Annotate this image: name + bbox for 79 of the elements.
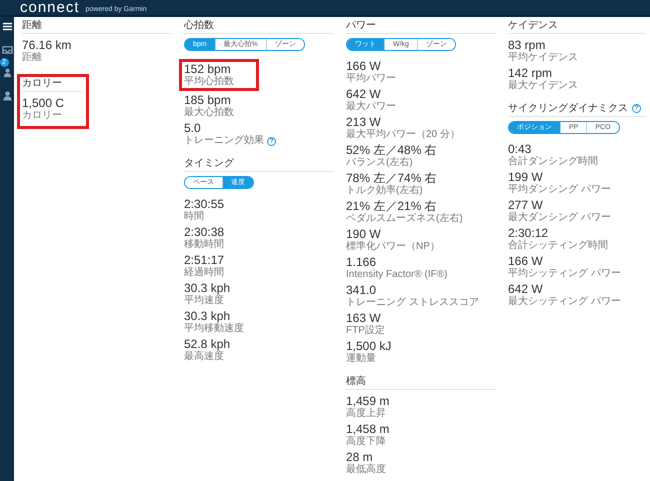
section-title: タイミング [184, 157, 234, 170]
metric-value: 1,500 C [22, 96, 64, 110]
metric-label: トレーニング効果 [184, 135, 264, 147]
section-title: サイクリングダイナミクス [508, 102, 628, 115]
metric-label: 最低高度 [346, 464, 386, 476]
section-title: カロリー [22, 77, 62, 90]
tray-icon[interactable] [2, 44, 12, 55]
metric-value: 213 W [346, 115, 381, 129]
metric-label: 平均速度 [184, 295, 224, 307]
metric-value: 2:30:55 [184, 197, 224, 211]
metric-label: 最高速度 [184, 351, 224, 363]
metric-value: 21% 左／21% 右 [346, 199, 437, 213]
metric-value: 52.8 kph [184, 337, 230, 351]
metric-label: 高度下降 [346, 436, 386, 448]
metric-value: 199 W [508, 170, 543, 184]
metric-value: 163 W [346, 311, 381, 325]
metric-label: 平均シッティング パワー [508, 268, 621, 280]
metric-label: バランス(左右) [346, 157, 413, 169]
metric-value: 76.16 km [22, 38, 72, 52]
metric-value: 642 W [508, 282, 543, 296]
metric-value: 30.3 kph [184, 309, 230, 323]
metric-label: 高度上昇 [346, 408, 386, 420]
metric-value: 28 m [346, 450, 373, 464]
metric-value: 5.0 [184, 121, 201, 135]
metric-value: 277 W [508, 198, 543, 212]
metric-label: 移動時間 [184, 239, 224, 251]
metric-value: 2:51:17 [184, 253, 224, 267]
section-title: 距離 [22, 19, 42, 32]
metric-label: 距離 [22, 52, 42, 64]
metric-label: 最大ケイデンス [508, 80, 578, 92]
metric-label: カロリー [22, 110, 62, 122]
metric-label: 最大ダンシング パワー [508, 212, 611, 224]
metric-value: 78% 左／74% 右 [346, 171, 437, 185]
metric-value: 185 bpm [184, 93, 231, 107]
metric-label: 最大シッティング パワー [508, 296, 621, 308]
metric-label: FTP設定 [346, 325, 385, 337]
metric-value: 1,500 kJ [346, 339, 392, 353]
metric-label: 平均移動速度 [184, 323, 244, 335]
metric-value: 642 W [346, 87, 381, 101]
metric-label: ペダルスムーズネス(左右) [346, 213, 463, 225]
metric-label: 合計ダンシング時間 [508, 156, 598, 168]
metric-label: 平均心拍数 [184, 76, 234, 88]
metric-value: 152 bpm [184, 62, 231, 76]
metric-value: 83 rpm [508, 38, 546, 52]
metric-value: 52% 左／48% 右 [346, 143, 437, 157]
metric-value: 166 W [508, 254, 543, 268]
metric-label: 運動量 [346, 353, 376, 365]
section-title: パワー [346, 19, 376, 32]
metric-value: 30.3 kph [184, 281, 230, 295]
metric-value: 1.166 [346, 255, 376, 269]
metric-label: 最大平均パワー（20 分） [346, 129, 460, 141]
section-title: ケイデンス [508, 19, 558, 32]
metric-value: 190 W [346, 227, 381, 241]
menu-icon[interactable] [2, 21, 12, 32]
metric-value: 341.0 [346, 283, 376, 297]
metric-label: 合計シッティング時間 [508, 240, 608, 252]
metric-value: 1,458 m [346, 422, 390, 436]
person-icon[interactable] [2, 90, 12, 101]
metric-label: 最大心拍数 [184, 107, 234, 119]
metric-value: 142 rpm [508, 66, 552, 80]
section-title: 標高 [346, 375, 366, 388]
section-title: 心拍数 [184, 19, 214, 32]
metric-value: 2:30:12 [508, 226, 548, 240]
metric-value: 1,459 m [346, 394, 390, 408]
metric-label: Intensity Factor® (IF®) [346, 269, 448, 281]
metric-label: トレーニング ストレススコア [346, 297, 479, 309]
metric-label: 平均ケイデンス [508, 52, 578, 64]
metric-value: 166 W [346, 59, 381, 73]
metric-value: 0:43 [508, 142, 532, 156]
metric-label: トルク効率(左右) [346, 185, 423, 197]
metric-value: 2:30:38 [184, 225, 224, 239]
logo-text: connect [20, 1, 80, 15]
metric-label: 標準化パワー（NP） [346, 241, 440, 253]
metric-label: 最大パワー [346, 101, 396, 113]
metric-label: 時間 [184, 211, 204, 223]
metric-label: 経過時間 [184, 267, 224, 279]
metric-label: 平均ダンシング パワー [508, 184, 611, 196]
metric-label: 平均パワー [346, 73, 396, 85]
people-icon[interactable] [2, 67, 12, 78]
